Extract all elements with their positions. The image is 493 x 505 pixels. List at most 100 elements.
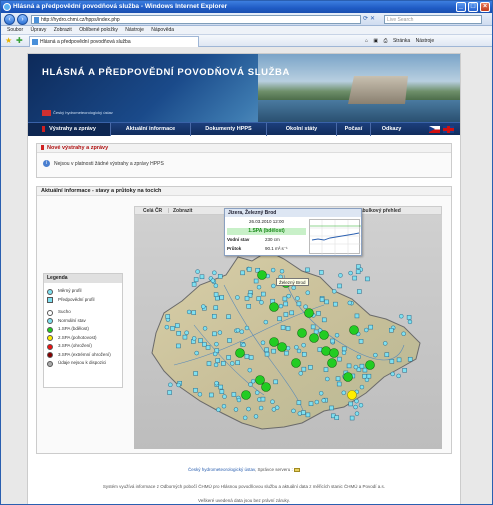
forecast-profile-marker[interactable] <box>202 341 207 347</box>
gauge-profile-marker[interactable] <box>263 319 269 325</box>
gauge-profile-marker[interactable] <box>260 340 266 345</box>
forecast-profile-marker[interactable] <box>289 310 294 316</box>
gauge-profile-marker[interactable] <box>321 398 326 403</box>
forecast-profile-marker[interactable] <box>206 361 212 366</box>
forecast-profile-marker[interactable] <box>199 274 205 280</box>
gauge-profile-marker[interactable] <box>248 382 253 387</box>
nav-weather[interactable]: Počasí <box>336 123 370 136</box>
forecast-profile-marker[interactable] <box>193 277 199 282</box>
gauge-profile-marker[interactable] <box>286 293 291 299</box>
forecast-profile-marker[interactable] <box>217 274 223 279</box>
gauge-profile-marker[interactable] <box>353 364 359 370</box>
mail-icon[interactable] <box>293 467 300 472</box>
forecast-profile-marker[interactable] <box>384 352 390 357</box>
institute-logo[interactable]: Český hydrometeorologický ústav <box>42 110 113 116</box>
search-input[interactable]: Live Search <box>384 15 482 24</box>
forecast-profile-marker[interactable] <box>337 356 342 362</box>
spa1-station-marker[interactable] <box>319 330 329 340</box>
forecast-profile-marker[interactable] <box>282 296 288 302</box>
gauge-profile-marker[interactable] <box>242 415 248 421</box>
home-icon[interactable]: ⌂ <box>365 38 368 44</box>
gauge-profile-marker[interactable] <box>348 270 353 276</box>
forecast-profile-marker[interactable] <box>271 348 276 354</box>
forecast-profile-marker[interactable] <box>333 301 338 307</box>
forecast-profile-marker[interactable] <box>277 316 282 322</box>
forecast-profile-marker[interactable] <box>346 363 352 369</box>
spa1-station-marker[interactable] <box>329 348 339 358</box>
forecast-profile-marker[interactable] <box>305 267 310 273</box>
print-icon[interactable]: ⎙ <box>384 38 388 44</box>
address-input[interactable]: http://hydro.chmi.cz/hpps/index.php <box>31 15 361 24</box>
gauge-profile-marker[interactable] <box>195 269 200 274</box>
gauge-profile-marker[interactable] <box>233 407 239 412</box>
forecast-profile-marker[interactable] <box>284 350 289 356</box>
gauge-profile-marker[interactable] <box>256 284 262 290</box>
forecast-profile-marker[interactable] <box>212 331 217 337</box>
spa2-station-marker[interactable] <box>347 390 357 400</box>
forecast-profile-marker[interactable] <box>285 326 291 331</box>
gauge-profile-marker[interactable] <box>222 394 227 399</box>
gauge-profile-marker[interactable] <box>301 342 306 348</box>
gauge-profile-marker[interactable] <box>253 414 259 419</box>
forecast-profile-marker[interactable] <box>246 304 252 309</box>
gauge-profile-marker[interactable] <box>212 351 218 357</box>
forecast-profile-marker[interactable] <box>334 415 340 420</box>
forecast-profile-marker[interactable] <box>362 367 368 373</box>
gauge-profile-marker[interactable] <box>401 331 406 336</box>
forecast-profile-marker[interactable] <box>365 276 370 282</box>
gauge-profile-marker[interactable] <box>270 399 275 404</box>
forecast-profile-marker[interactable] <box>191 310 196 315</box>
gauge-profile-marker[interactable] <box>212 270 217 275</box>
forecast-profile-marker[interactable] <box>323 367 329 372</box>
forecast-profile-marker[interactable] <box>231 392 237 397</box>
gauge-profile-marker[interactable] <box>341 390 347 396</box>
forecast-profile-marker[interactable] <box>341 346 347 352</box>
forecast-profile-marker[interactable] <box>337 283 342 289</box>
back-button[interactable]: ‹ <box>4 14 15 25</box>
forecast-profile-marker[interactable] <box>329 405 334 411</box>
gauge-profile-marker[interactable] <box>235 295 240 300</box>
forecast-profile-marker[interactable] <box>235 360 240 365</box>
forecast-profile-marker[interactable] <box>362 374 367 379</box>
menu-view[interactable]: Zobrazit <box>54 26 72 35</box>
gauge-profile-marker[interactable] <box>236 397 242 403</box>
gauge-profile-marker[interactable] <box>318 391 324 396</box>
forecast-profile-marker[interactable] <box>170 326 175 331</box>
spa1-station-marker[interactable] <box>365 360 375 370</box>
forecast-profile-marker[interactable] <box>213 305 219 311</box>
gauge-profile-marker[interactable] <box>221 403 227 409</box>
gauge-profile-marker[interactable] <box>201 304 206 309</box>
forecast-profile-marker[interactable] <box>193 387 198 393</box>
forecast-profile-marker[interactable] <box>261 291 266 297</box>
nav-warnings[interactable]: Výstrahy a zprávy <box>28 123 110 136</box>
forecast-profile-marker[interactable] <box>321 317 327 323</box>
forecast-profile-marker[interactable] <box>389 359 395 364</box>
gauge-profile-marker[interactable] <box>239 329 244 334</box>
spa1-station-marker[interactable] <box>241 390 251 400</box>
forecast-profile-marker[interactable] <box>319 270 324 275</box>
gauge-profile-marker[interactable] <box>258 405 264 411</box>
menu-help[interactable]: Nápověda <box>151 26 174 35</box>
gauge-profile-marker[interactable] <box>407 319 413 325</box>
forecast-profile-marker[interactable] <box>209 392 214 398</box>
gauge-profile-marker[interactable] <box>216 407 221 412</box>
nav-documents[interactable]: Dokumenty HPPS <box>190 123 266 136</box>
gauge-profile-marker[interactable] <box>168 382 173 388</box>
gauge-profile-marker[interactable] <box>354 411 360 416</box>
forecast-profile-marker[interactable] <box>396 357 402 363</box>
forecast-profile-marker[interactable] <box>213 292 219 297</box>
forecast-profile-marker[interactable] <box>310 324 316 330</box>
menu-tools[interactable]: Nástroje <box>125 26 144 35</box>
nav-links[interactable]: Odkazy <box>370 123 412 136</box>
gauge-profile-marker[interactable] <box>191 336 197 341</box>
gauge-profile-marker[interactable] <box>214 380 219 386</box>
forecast-profile-marker[interactable] <box>324 299 329 305</box>
spa1-station-marker[interactable] <box>343 372 353 382</box>
spa1-station-marker[interactable] <box>269 337 279 347</box>
forecast-profile-marker[interactable] <box>283 312 289 317</box>
gauge-profile-marker[interactable] <box>186 309 192 315</box>
gauge-profile-marker[interactable] <box>295 296 300 301</box>
gauge-profile-marker[interactable] <box>241 342 246 348</box>
spa1-station-marker[interactable] <box>297 328 307 338</box>
forecast-profile-marker[interactable] <box>227 338 232 343</box>
